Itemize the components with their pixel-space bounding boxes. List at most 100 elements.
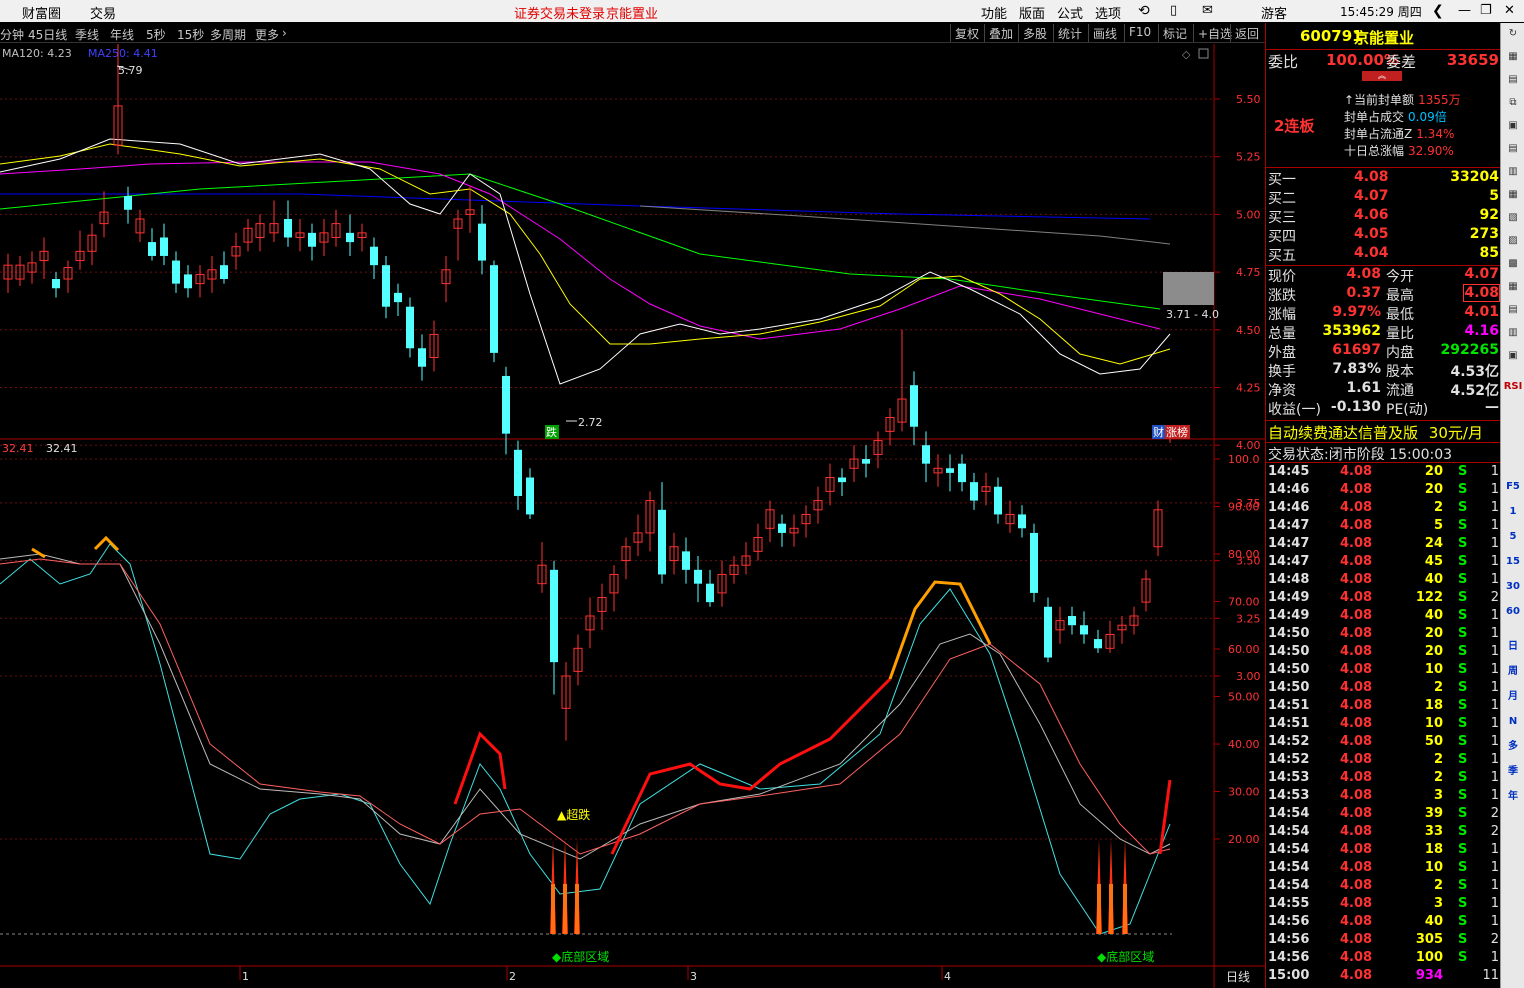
tick-count: 1 <box>1490 734 1499 749</box>
expand-icon[interactable]: ︽ <box>1362 71 1402 81</box>
tool-icon[interactable]: ▥ <box>1503 163 1523 181</box>
candle-body-down <box>778 523 786 533</box>
tick-price: 4.08 <box>1340 698 1373 713</box>
period-15s[interactable]: 15秒 <box>177 26 204 43</box>
tool-icon[interactable]: ▨ <box>1503 232 1523 250</box>
menu-formula[interactable]: 公式 <box>1057 3 1083 22</box>
period-tool-13[interactable]: 年 <box>1503 788 1523 806</box>
bid-row[interactable]: 买五 4.04 85 <box>1268 245 1499 264</box>
btn-back[interactable]: 返回 <box>1230 24 1263 42</box>
period-minute[interactable]: 分钟 <box>0 26 24 43</box>
tick-price: 4.08 <box>1340 716 1373 731</box>
period-tool-0[interactable]: RSI <box>1503 378 1523 396</box>
tick-time: 14:47 <box>1268 518 1310 533</box>
bottom-signal-bars <box>550 839 1128 934</box>
menu-options[interactable]: 选项 <box>1095 3 1121 22</box>
period-tool-4[interactable]: 15 <box>1503 553 1523 571</box>
stat-key: 涨跌 <box>1268 288 1296 304</box>
minimize-icon[interactable]: — <box>1458 3 1471 18</box>
phone-icon[interactable]: ▯ <box>1170 3 1177 18</box>
tool-icon[interactable]: ▤ <box>1503 71 1523 89</box>
tool-icon[interactable]: ↻ <box>1503 25 1523 43</box>
period-tool-2[interactable]: 1 <box>1503 503 1523 521</box>
user-label[interactable]: 游客 <box>1261 3 1287 22</box>
period-more[interactable]: 更多 <box>255 26 279 43</box>
tick-volume: 20 <box>1424 644 1443 659</box>
seal-value: 32.90% <box>1408 144 1454 158</box>
refresh-icon[interactable]: ⟲ <box>1138 3 1150 19</box>
candle-body-down <box>994 486 1002 515</box>
candle-body-down <box>1018 514 1026 529</box>
tool-icon[interactable]: ⧉ <box>1503 94 1523 112</box>
stat-value: 9.97% <box>1332 304 1381 320</box>
tool-icon[interactable]: ▣ <box>1503 117 1523 135</box>
tick-row: 14:52 4.08 50 S 1 <box>1268 734 1499 752</box>
btn-f10[interactable]: F10 <box>1124 24 1155 42</box>
seal-row: 十日总涨幅 32.90% <box>1344 142 1454 159</box>
menu-function[interactable]: 功能 <box>981 3 1007 22</box>
period-tool-3[interactable]: 5 <box>1503 528 1523 546</box>
tool-icon[interactable]: ▣ <box>1503 347 1523 365</box>
menu-caifuquan[interactable]: 财富圈 <box>22 3 61 22</box>
period-tool-1[interactable]: F5 <box>1503 478 1523 496</box>
back-icon[interactable]: ❮ <box>1432 3 1444 19</box>
btn-overlay[interactable]: 叠加 <box>984 24 1017 42</box>
period-tool-10[interactable]: N <box>1503 713 1523 731</box>
close-icon[interactable]: ✕ <box>1504 3 1515 18</box>
period-tool-7[interactable]: 日 <box>1503 638 1523 656</box>
period-year[interactable]: 年线 <box>110 26 134 43</box>
tool-icon[interactable]: ▦ <box>1503 186 1523 204</box>
period-tool-5[interactable]: 30 <box>1503 578 1523 596</box>
period-tool-8[interactable]: 周 <box>1503 663 1523 681</box>
ad-banner[interactable]: 自动续费通达信普及版 30元/月 <box>1268 422 1499 442</box>
tool-icon[interactable]: ▥ <box>1503 324 1523 342</box>
tool-icon[interactable]: ▤ <box>1503 140 1523 158</box>
btn-mark[interactable]: 标记 <box>1158 24 1191 42</box>
candle-body-down <box>682 551 690 570</box>
menu-layout[interactable]: 版面 <box>1019 3 1045 22</box>
tick-price: 4.08 <box>1340 842 1373 857</box>
period-tool-11[interactable]: 多 <box>1503 738 1523 756</box>
tick-volume: 10 <box>1424 860 1443 875</box>
period-season[interactable]: 季线 <box>75 26 99 43</box>
date-label: 1 <box>242 970 249 983</box>
tool-icon[interactable]: ▧ <box>1503 209 1523 227</box>
restore-icon[interactable]: ❐ <box>1480 3 1492 18</box>
login-notice[interactable]: 证券交易未登录 <box>514 3 605 22</box>
period-45day[interactable]: 45日线 <box>28 26 67 43</box>
kline-chart[interactable]: MA120: 4.23 MA250: 4.41 ◇ 5.50 5.25 5.00 4.… <box>0 44 1265 988</box>
bid-row[interactable]: 买二 4.07 5 <box>1268 188 1499 207</box>
btn-multi-stock[interactable]: 多股 <box>1018 24 1051 42</box>
period-tool-6[interactable]: 60 <box>1503 603 1523 621</box>
low-label: 2.72 <box>578 416 603 429</box>
period-5s[interactable]: 5秒 <box>146 26 166 43</box>
btn-stats[interactable]: 统计 <box>1053 24 1086 42</box>
tick-side: S <box>1458 842 1468 857</box>
period-multi[interactable]: 多周期 <box>210 26 246 43</box>
stat-value: 4.53亿 <box>1450 364 1499 380</box>
tool-icon[interactable]: ▩ <box>1503 255 1523 273</box>
btn-draw[interactable]: 画线 <box>1088 24 1121 42</box>
mail-icon[interactable]: ✉ <box>1202 3 1213 18</box>
candle-body-down <box>1080 625 1088 635</box>
candle-body-down <box>478 223 486 261</box>
tick-side: S <box>1458 878 1468 893</box>
bid-row[interactable]: 买三 4.06 92 <box>1268 207 1499 226</box>
period-tool-12[interactable]: 季 <box>1503 763 1523 781</box>
tick-time: 14:56 <box>1268 932 1310 947</box>
tool-icon[interactable]: ▦ <box>1503 278 1523 296</box>
osc-tick-label: 60.00 <box>1228 643 1260 656</box>
tool-icon[interactable]: ▦ <box>1503 48 1523 66</box>
bid-row[interactable]: 买一 4.08 33204 <box>1268 169 1499 188</box>
stat-row: 换手 7.83% 股本 4.53亿 <box>1268 361 1499 380</box>
bid-row[interactable]: 买四 4.05 273 <box>1268 226 1499 245</box>
btn-fuquan[interactable]: 复权 <box>950 24 983 42</box>
chevron-right-icon[interactable]: › <box>282 26 287 40</box>
period-tool-9[interactable]: 月 <box>1503 688 1523 706</box>
price-tick-label: 5.50 <box>1236 93 1261 106</box>
tool-icon[interactable]: ▤ <box>1503 301 1523 319</box>
menu-trade[interactable]: 交易 <box>90 3 116 22</box>
tick-price: 4.08 <box>1340 914 1373 929</box>
stat-key: 股本 <box>1386 364 1414 380</box>
candle-body-down <box>346 232 354 243</box>
